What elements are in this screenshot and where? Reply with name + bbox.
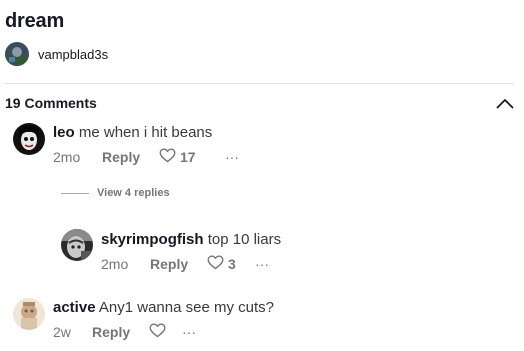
comments-count: 19 Comments	[5, 95, 97, 111]
comment-username[interactable]: active	[53, 299, 96, 316]
comment-time: 2mo	[101, 256, 129, 272]
post-author[interactable]: vampblad3s	[5, 42, 108, 66]
comment-item: leo me when i hit beans 2mo Reply 17 ···	[13, 123, 239, 166]
comment-username[interactable]: skyrimpogfish	[101, 231, 204, 248]
chevron-up-icon[interactable]	[495, 95, 515, 111]
view-replies-label[interactable]: View 4 replies	[97, 187, 170, 199]
comment-meta: 2mo Reply 3 ···	[101, 255, 281, 273]
comment-text: Any1 wanna see my cuts?	[98, 299, 274, 316]
reply-button[interactable]: Reply	[150, 256, 207, 272]
heart-outline-icon[interactable]	[149, 323, 166, 341]
comment-text: me when i hit beans	[78, 124, 213, 141]
ellipsis-icon[interactable]: ···	[225, 149, 239, 165]
comment-text: top 10 liars	[207, 231, 282, 248]
ellipsis-icon[interactable]: ···	[255, 256, 269, 272]
heart-outline-icon[interactable]	[207, 255, 224, 273]
heart-outline-icon[interactable]	[159, 148, 176, 166]
reply-item: skyrimpogfish top 10 liars 2mo Reply 3 ·…	[61, 229, 281, 273]
comments-panel: dream vampblad3s 19 Comments leo me when…	[0, 0, 524, 351]
author-avatar[interactable]	[5, 42, 29, 66]
avatar[interactable]	[61, 229, 93, 261]
comment-item: active Any1 wanna see my cuts? 2w Reply …	[13, 298, 274, 341]
divider	[5, 83, 514, 84]
like-button[interactable]: 17	[159, 148, 225, 166]
comment-meta: 2w Reply ···	[53, 323, 274, 341]
replies-line	[61, 192, 89, 194]
comment-username[interactable]: leo	[53, 124, 75, 141]
like-count: 3	[228, 256, 236, 272]
post-title: dream	[5, 10, 65, 32]
comments-header: 19 Comments	[5, 94, 515, 112]
like-button[interactable]: 3	[207, 255, 255, 273]
reply-button[interactable]: Reply	[92, 324, 149, 340]
view-replies-button[interactable]: View 4 replies	[61, 187, 170, 199]
comment-time: 2mo	[53, 149, 81, 165]
avatar[interactable]	[13, 123, 45, 155]
ellipsis-icon[interactable]: ···	[182, 324, 196, 340]
author-name[interactable]: vampblad3s	[38, 47, 108, 62]
comment-time: 2w	[53, 324, 71, 340]
comment-meta: 2mo Reply 17 ···	[53, 148, 239, 166]
avatar[interactable]	[13, 298, 45, 330]
reply-button[interactable]: Reply	[102, 149, 159, 165]
like-count: 17	[180, 149, 196, 165]
like-button[interactable]	[149, 323, 182, 341]
